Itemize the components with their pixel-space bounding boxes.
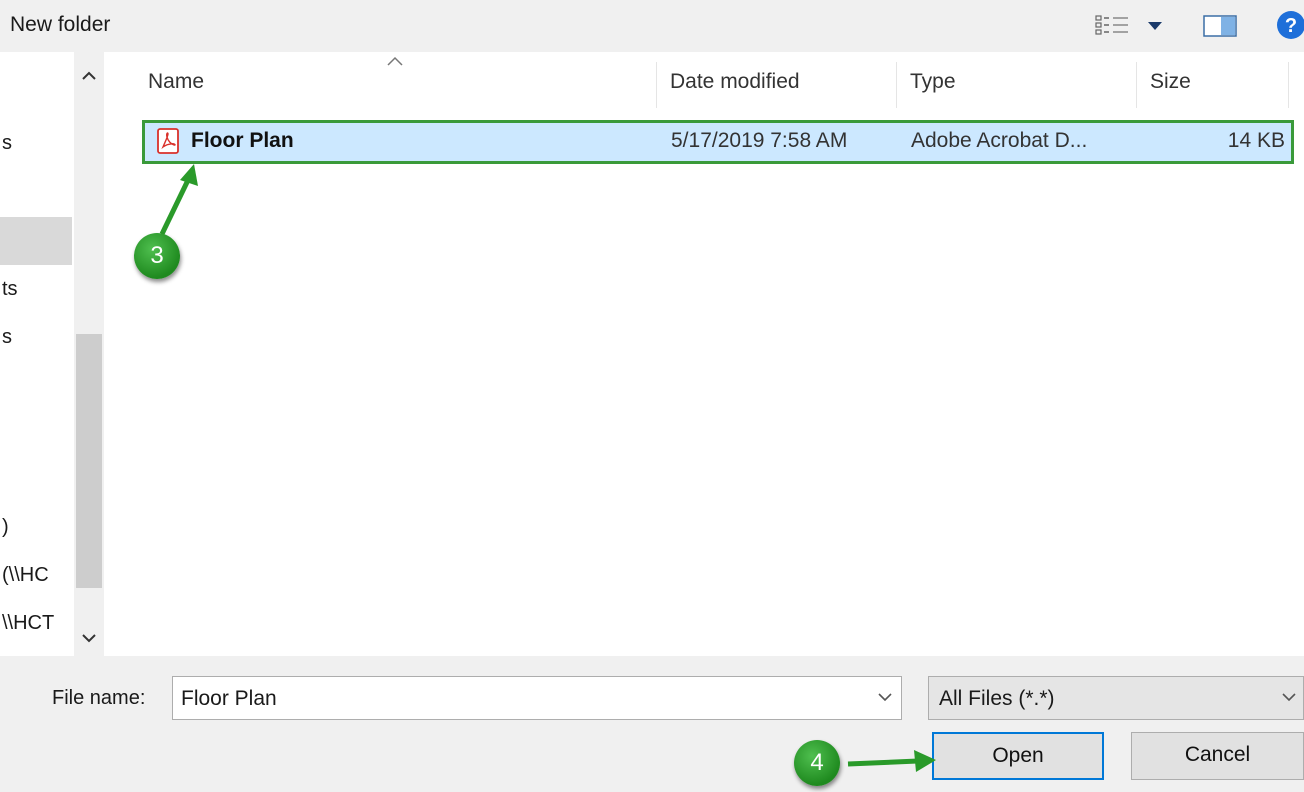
file-type-select[interactable]: All Files (*.*) — [928, 676, 1304, 720]
cancel-button[interactable]: Cancel — [1131, 732, 1304, 780]
view-options-icon[interactable] — [1095, 14, 1129, 36]
new-folder-button[interactable]: New folder — [10, 13, 110, 37]
callout-step-3: 3 — [134, 233, 180, 279]
file-row-floor-plan[interactable]: Floor Plan 5/17/2019 7:58 AM Adobe Acrob… — [142, 120, 1294, 164]
file-list: Name Date modified Type Size Floor Plan … — [108, 52, 1304, 656]
callout-3-arrow-icon — [159, 164, 198, 236]
column-divider[interactable] — [896, 62, 897, 108]
nav-item-network-2[interactable]: \\HCT — [2, 612, 72, 635]
file-date-modified: 5/17/2019 7:58 AM — [671, 129, 848, 152]
scroll-up-icon[interactable] — [79, 68, 99, 84]
nav-item-3[interactable]: s — [2, 326, 12, 349]
nav-item-4[interactable]: ) — [2, 516, 9, 539]
help-icon[interactable]: ? — [1276, 10, 1304, 40]
column-divider[interactable] — [1288, 62, 1289, 108]
dialog-footer: File name: Floor Plan All Files (*.*) Op… — [0, 656, 1304, 792]
view-dropdown-icon[interactable] — [1146, 14, 1164, 36]
column-divider[interactable] — [656, 62, 657, 108]
column-header-type[interactable]: Type — [910, 52, 1136, 112]
callout-step-4: 4 — [794, 740, 840, 786]
file-name-value: Floor Plan — [181, 687, 277, 710]
file-name-input[interactable]: Floor Plan — [172, 676, 902, 720]
preview-pane-icon[interactable] — [1203, 14, 1237, 38]
scroll-down-icon[interactable] — [79, 630, 99, 646]
file-type: Adobe Acrobat D... — [911, 129, 1088, 152]
column-header-size[interactable]: Size — [1150, 52, 1290, 112]
file-size: 14 KB — [1227, 129, 1285, 152]
svg-text:?: ? — [1285, 15, 1297, 37]
toolbar: New folder ? — [0, 0, 1304, 52]
nav-item-1[interactable]: s — [2, 132, 12, 155]
file-name: Floor Plan — [191, 129, 294, 152]
pdf-icon — [157, 128, 179, 154]
file-type-value: All Files (*.*) — [939, 687, 1055, 710]
chevron-down-icon[interactable] — [1281, 691, 1297, 703]
column-header-name[interactable]: Name — [148, 52, 656, 112]
nav-item-network-1[interactable]: (\\HC — [2, 564, 68, 587]
column-header-date[interactable]: Date modified — [670, 52, 896, 112]
nav-item-2[interactable]: ts — [2, 278, 18, 301]
nav-selected-item[interactable] — [0, 217, 72, 265]
file-name-label: File name: — [52, 687, 146, 709]
chevron-down-icon[interactable] — [877, 691, 893, 703]
column-divider[interactable] — [1136, 62, 1137, 108]
scroll-thumb[interactable] — [76, 334, 102, 588]
open-button[interactable]: Open — [932, 732, 1104, 780]
callout-4-arrow-icon — [847, 750, 936, 772]
nav-scrollbar[interactable] — [74, 52, 104, 656]
